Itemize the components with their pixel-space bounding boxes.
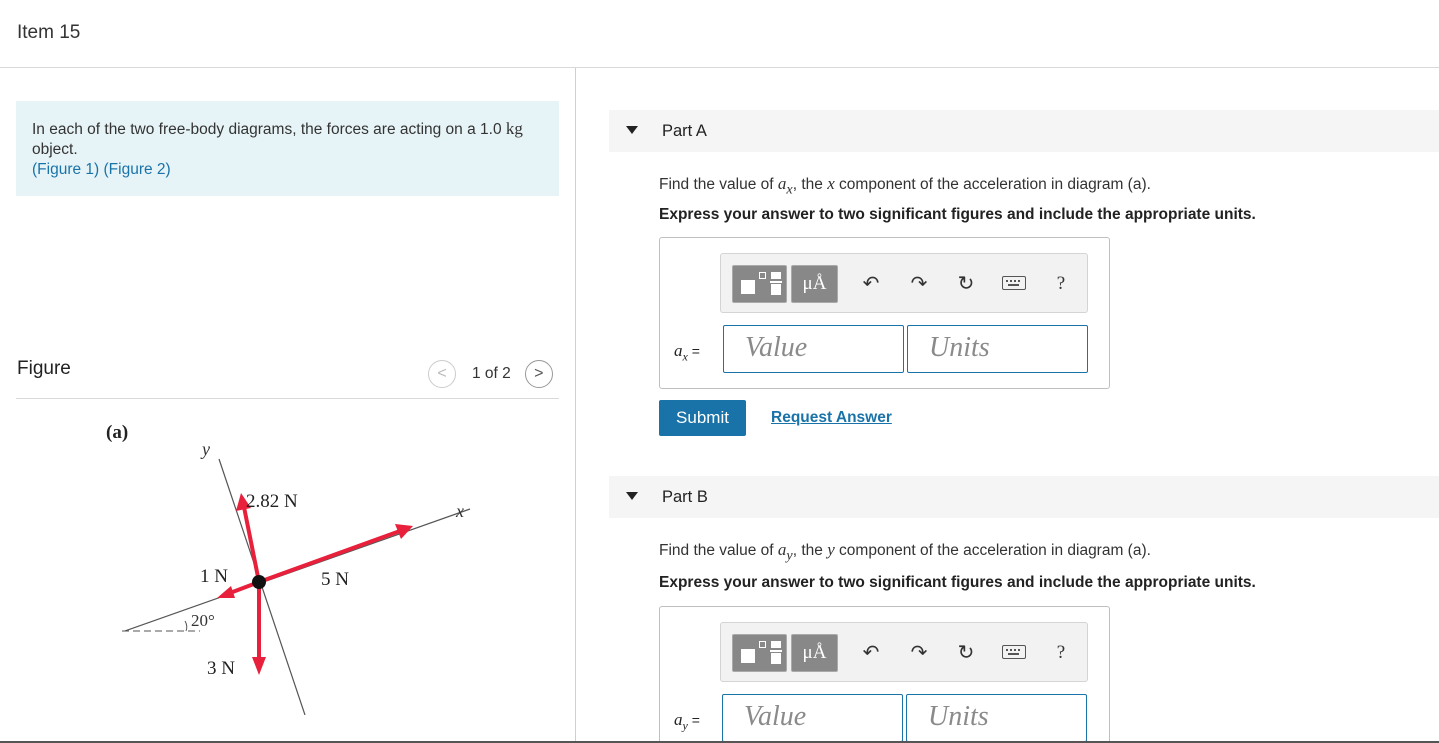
submit-button[interactable]: Submit bbox=[659, 400, 746, 436]
answer-var-symbol: a bbox=[674, 341, 683, 360]
intro-text: In each of the two free-body diagrams, t… bbox=[32, 121, 506, 138]
math-toolbar: μÅ ↶ ↷ ↻ ? bbox=[720, 622, 1088, 682]
part-a-label: Part A bbox=[662, 122, 707, 140]
question-text: component of the acceleration in diagram… bbox=[834, 176, 1151, 193]
help-icon[interactable]: ? bbox=[1049, 641, 1073, 665]
part-b-label: Part B bbox=[662, 488, 708, 506]
figure-pager: < 1 of 2 > bbox=[428, 360, 553, 388]
force-arrow-1n-head bbox=[217, 586, 235, 598]
equals-sign: = bbox=[687, 712, 700, 728]
reset-icon[interactable]: ↻ bbox=[954, 272, 978, 296]
answer-variable-label: ax = bbox=[674, 341, 700, 364]
redo-icon[interactable]: ↷ bbox=[907, 641, 931, 665]
math-toolbar: μÅ ↶ ↷ ↻ ? bbox=[720, 253, 1088, 313]
value-input[interactable]: Value bbox=[723, 325, 904, 373]
force-arrow-3n-head bbox=[252, 657, 266, 675]
part-a-answer-box: μÅ ↶ ↷ ↻ ? ax = Value Units bbox=[659, 237, 1110, 389]
equals-sign: = bbox=[687, 343, 700, 359]
component-variable: x bbox=[827, 174, 835, 193]
templates-button[interactable] bbox=[732, 265, 787, 303]
collapse-caret-icon[interactable] bbox=[626, 126, 638, 134]
figure-2-link[interactable]: (Figure 2) bbox=[104, 161, 171, 178]
force-arrow-2-82n bbox=[242, 506, 261, 583]
question-text: , the bbox=[792, 176, 828, 193]
y-axis-label: y bbox=[200, 439, 210, 459]
problem-statement: In each of the two free-body diagrams, t… bbox=[16, 101, 559, 196]
previous-figure-button[interactable]: < bbox=[428, 360, 456, 388]
units-input[interactable]: Units bbox=[907, 325, 1088, 373]
angle-arc bbox=[184, 620, 188, 632]
x-axis-label: x bbox=[455, 501, 464, 521]
keyboard-icon[interactable] bbox=[1002, 645, 1026, 659]
intro-unit: kg bbox=[505, 119, 523, 138]
figure-1-link[interactable]: (Figure 1) bbox=[32, 161, 99, 178]
item-header: Item 15 bbox=[0, 0, 1439, 68]
part-b-answer-box: μÅ ↶ ↷ ↻ ? ay = Value Units bbox=[659, 606, 1110, 743]
part-a-question: Find the value of ax, the x component of… bbox=[659, 174, 1151, 198]
keyboard-icon[interactable] bbox=[1002, 276, 1026, 290]
undo-icon[interactable]: ↶ bbox=[859, 641, 883, 665]
question-text: Find the value of bbox=[659, 542, 778, 559]
units-button[interactable]: μÅ bbox=[791, 634, 838, 672]
units-button[interactable]: μÅ bbox=[791, 265, 838, 303]
item-title: Item 15 bbox=[17, 22, 81, 43]
question-text: , the bbox=[792, 542, 828, 559]
part-b-header[interactable]: Part B bbox=[609, 476, 1439, 518]
column-divider bbox=[575, 68, 576, 743]
intro-text-end: object. bbox=[32, 141, 78, 158]
undo-icon[interactable]: ↶ bbox=[859, 272, 883, 296]
question-text: Find the value of bbox=[659, 176, 778, 193]
component-variable: y bbox=[827, 540, 835, 559]
redo-icon[interactable]: ↷ bbox=[907, 272, 931, 296]
answer-var-symbol: a bbox=[674, 710, 683, 729]
part-b-question: Find the value of ay, the y component of… bbox=[659, 540, 1151, 564]
force-label-2-82n: 2.82 N bbox=[246, 491, 298, 512]
request-answer-link[interactable]: Request Answer bbox=[771, 409, 892, 427]
force-label-1n: 1 N bbox=[200, 566, 228, 587]
object-point bbox=[252, 575, 266, 589]
free-body-diagram: (a) y x 20° 2.82 N 5 N 1 N 3 N bbox=[106, 422, 471, 715]
next-figure-button[interactable]: > bbox=[524, 360, 553, 388]
question-variable: ay bbox=[778, 540, 793, 563]
question-text: component of the acceleration in diagram… bbox=[834, 542, 1151, 559]
angle-label: 20° bbox=[191, 611, 215, 630]
part-b-instruction: Express your answer to two significant f… bbox=[659, 574, 1256, 591]
answer-variable-label: ay = bbox=[674, 710, 700, 733]
value-input[interactable]: Value bbox=[722, 694, 903, 742]
part-a-instruction: Express your answer to two significant f… bbox=[659, 206, 1256, 223]
panel-label: (a) bbox=[106, 422, 128, 443]
figure-title: Figure bbox=[17, 358, 71, 379]
force-label-3n: 3 N bbox=[207, 658, 235, 679]
units-input[interactable]: Units bbox=[906, 694, 1087, 742]
figure-divider bbox=[16, 398, 559, 399]
force-label-5n: 5 N bbox=[321, 569, 349, 590]
question-variable: ax bbox=[778, 174, 793, 197]
help-icon[interactable]: ? bbox=[1049, 272, 1073, 296]
figure-count: 1 of 2 bbox=[472, 365, 511, 382]
collapse-caret-icon[interactable] bbox=[626, 492, 638, 500]
part-a-header[interactable]: Part A bbox=[609, 110, 1439, 152]
reset-icon[interactable]: ↻ bbox=[954, 641, 978, 665]
templates-button[interactable] bbox=[732, 634, 787, 672]
